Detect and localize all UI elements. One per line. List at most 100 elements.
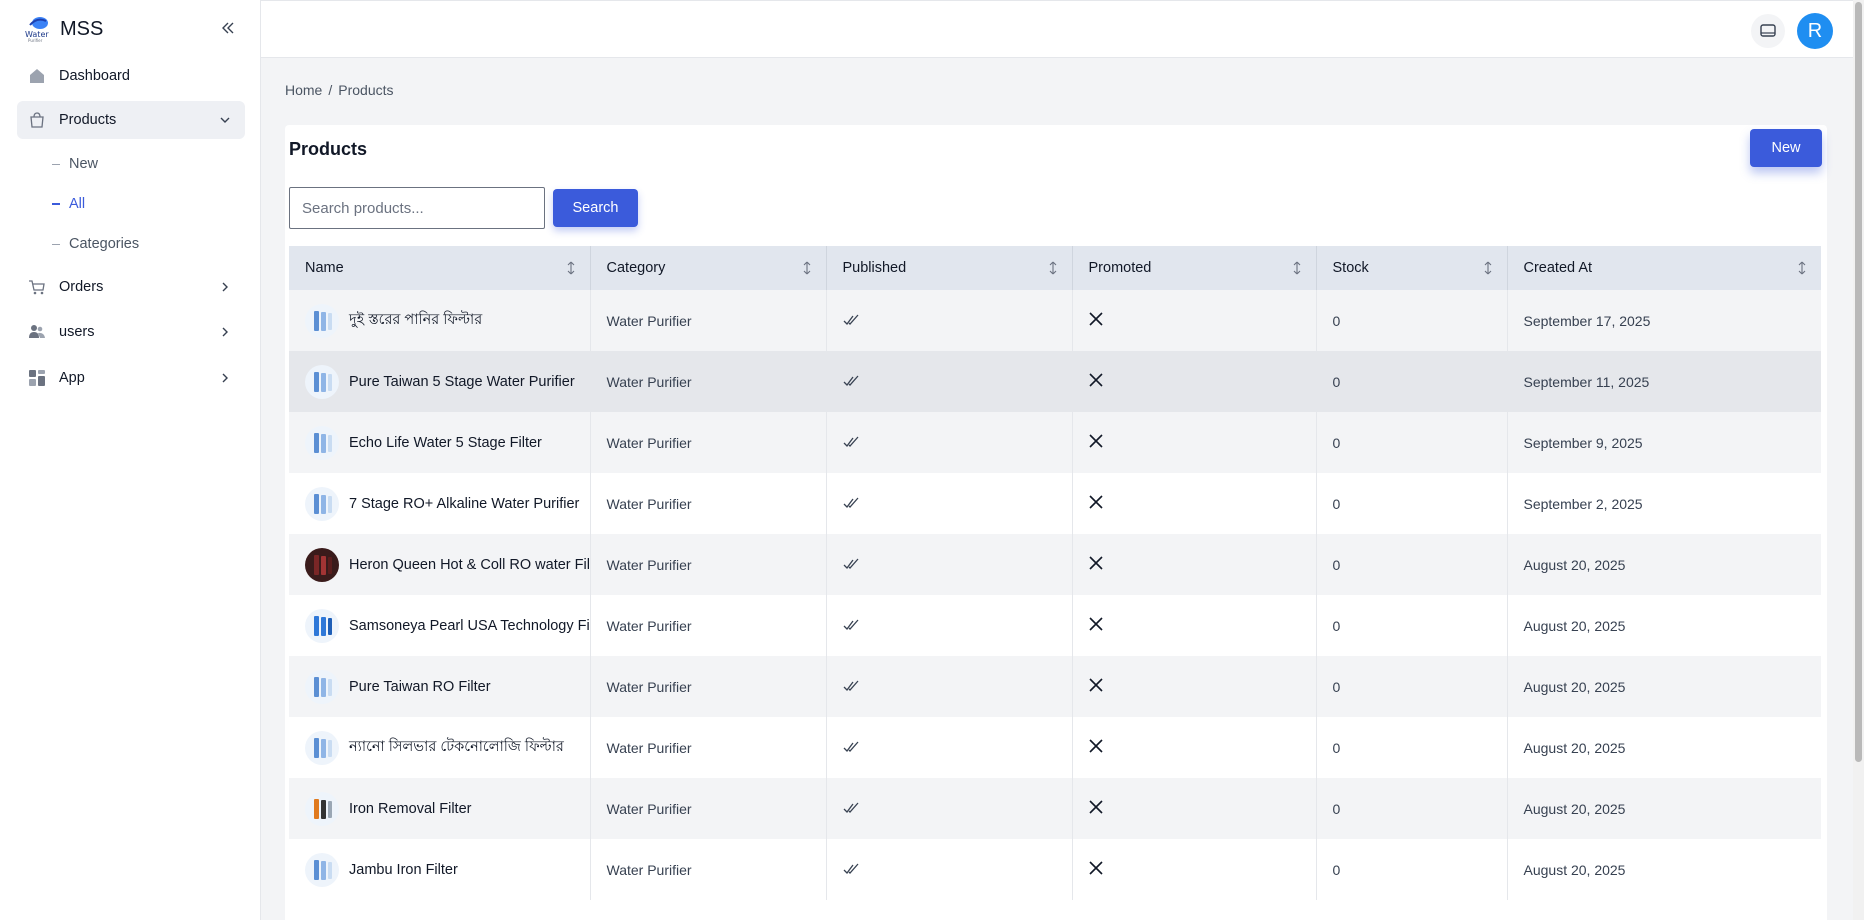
close-icon — [1088, 800, 1103, 814]
table-row[interactable]: Jambu Iron Filter Water Purifier 0 August 2… — [289, 839, 1821, 900]
table-row[interactable]: Pure Taiwan 5 Stage Water Purifier Water … — [289, 351, 1821, 412]
sidebar-item-label: Products — [59, 112, 117, 128]
double-check-icon — [843, 558, 858, 569]
sidebar-item-products[interactable]: Products — [17, 101, 245, 139]
product-name[interactable]: Heron Queen Hot & Coll RO water Fil — [349, 557, 589, 573]
close-icon — [1088, 373, 1103, 387]
cell-published — [826, 290, 1073, 351]
breadcrumb-separator: / — [328, 82, 333, 98]
table-row[interactable]: দুই স্তরের পানির ফিল্টার Water Purifier 0 S… — [289, 290, 1821, 351]
page-scrollbar[interactable] — [1853, 0, 1864, 920]
product-name[interactable]: 7 Stage RO+ Alkaline Water Purifier — [349, 496, 579, 512]
dash-marker — [52, 243, 60, 245]
column-header-stock[interactable]: Stock — [1316, 246, 1508, 290]
sidebar-subitem-categories[interactable]: Categories — [52, 232, 139, 256]
cell-created-at: August 20, 2025 — [1507, 534, 1821, 595]
cell-stock: 0 — [1316, 839, 1508, 900]
cell-promoted — [1072, 778, 1317, 839]
table-row[interactable]: 7 Stage RO+ Alkaline Water Purifier Water… — [289, 473, 1821, 534]
double-check-icon — [843, 802, 858, 813]
table-body: দুই স্তরের পানির ফিল্টার Water Purifier 0 S… — [289, 290, 1821, 900]
double-check-icon — [843, 863, 858, 874]
double-check-icon — [843, 619, 858, 630]
sidebar-item-users[interactable]: users — [17, 313, 245, 351]
sidebar: Water Purifier MSS Dashboard Products Ne… — [0, 0, 261, 920]
column-header-created-at[interactable]: Created At — [1507, 246, 1821, 290]
sidebar-subitem-all[interactable]: All — [52, 192, 85, 216]
product-name[interactable]: Samsoneya Pearl USA Technology Fil — [349, 618, 589, 634]
product-name[interactable]: Pure Taiwan RO Filter — [349, 679, 491, 695]
column-header-name[interactable]: Name — [289, 246, 591, 290]
avatar[interactable]: R — [1797, 13, 1833, 49]
sidebar-subitem-new[interactable]: New — [52, 152, 98, 176]
cell-published — [826, 778, 1073, 839]
cell-category: Water Purifier — [590, 290, 827, 351]
brand[interactable]: Water Purifier MSS — [24, 14, 103, 44]
product-name[interactable]: Iron Removal Filter — [349, 801, 471, 817]
cell-published — [826, 412, 1073, 473]
table-row[interactable]: Heron Queen Hot & Coll RO water Fil Water… — [289, 534, 1821, 595]
sort-icon — [1293, 261, 1300, 275]
sort-icon — [1484, 261, 1491, 275]
sidebar-item-orders[interactable]: Orders — [17, 268, 245, 306]
table-row[interactable]: ন্যানো সিলভার টেকনোলোজি ফিল্টার Water Pur… — [289, 717, 1821, 778]
cell-promoted — [1072, 473, 1317, 534]
breadcrumb-current: Products — [338, 82, 394, 98]
search-button[interactable]: Search — [553, 189, 638, 227]
search-input[interactable] — [289, 187, 545, 229]
collapse-sidebar-button[interactable] — [218, 18, 238, 38]
cell-category: Water Purifier — [590, 595, 827, 656]
column-header-category[interactable]: Category — [590, 246, 827, 290]
cell-name: Pure Taiwan RO Filter — [289, 656, 591, 717]
product-name[interactable]: ন্যানো সিলভার টেকনোলোজি ফিল্টার — [349, 736, 564, 760]
product-name[interactable]: দুই স্তরের পানির ফিল্টার — [349, 309, 482, 333]
cell-published — [826, 839, 1073, 900]
dashboard-icon — [27, 66, 47, 86]
cell-promoted — [1072, 412, 1317, 473]
product-thumbnail — [305, 669, 339, 704]
table-header-row: Name Category Published Promoted Stock C… — [289, 246, 1821, 290]
column-header-published[interactable]: Published — [826, 246, 1073, 290]
chevron-down-icon — [220, 117, 230, 123]
bag-icon — [27, 110, 47, 130]
column-header-label: Published — [842, 260, 907, 276]
product-thumbnail — [305, 608, 339, 643]
cell-stock: 0 — [1316, 473, 1508, 534]
table-row[interactable]: Pure Taiwan RO Filter Water Purifier 0 Augu… — [289, 656, 1821, 717]
table-row[interactable]: Samsoneya Pearl USA Technology Fil Water … — [289, 595, 1821, 656]
column-header-label: Name — [305, 260, 344, 276]
breadcrumb-home[interactable]: Home — [285, 82, 322, 98]
double-check-icon — [843, 375, 858, 386]
product-name[interactable]: Echo Life Water 5 Stage Filter — [349, 435, 542, 451]
cell-stock: 0 — [1316, 534, 1508, 595]
close-icon — [1088, 861, 1103, 875]
chevron-right-icon — [222, 373, 228, 383]
cell-promoted — [1072, 351, 1317, 412]
sidebar-item-dashboard[interactable]: Dashboard — [17, 57, 245, 95]
scrollbar-thumb[interactable] — [1855, 2, 1862, 762]
display-mode-button[interactable] — [1751, 14, 1785, 48]
double-chevron-left-icon — [222, 22, 234, 34]
column-header-label: Category — [606, 260, 666, 276]
sidebar-item-label: App — [59, 370, 85, 386]
sidebar-item-label: users — [59, 324, 95, 340]
cell-stock: 0 — [1316, 412, 1508, 473]
sidebar-subitem-label: All — [69, 196, 86, 212]
product-thumbnail — [305, 486, 339, 521]
cell-promoted — [1072, 839, 1317, 900]
cell-category: Water Purifier — [590, 534, 827, 595]
table-row[interactable]: Iron Removal Filter Water Purifier 0 August… — [289, 778, 1821, 839]
close-icon — [1088, 312, 1103, 326]
column-header-promoted[interactable]: Promoted — [1072, 246, 1317, 290]
product-name[interactable]: Jambu Iron Filter — [349, 862, 458, 878]
svg-text:Purifier: Purifier — [28, 38, 43, 43]
cell-name: Echo Life Water 5 Stage Filter — [289, 412, 591, 473]
sidebar-subitem-label: Categories — [69, 236, 140, 252]
product-name[interactable]: Pure Taiwan 5 Stage Water Purifier — [349, 374, 575, 390]
new-product-button[interactable]: New — [1750, 129, 1822, 167]
column-header-label: Created At — [1523, 260, 1593, 276]
sidebar-item-app[interactable]: App — [17, 359, 245, 397]
double-check-icon — [843, 497, 858, 508]
table-row[interactable]: Echo Life Water 5 Stage Filter Water Puri… — [289, 412, 1821, 473]
cell-category: Water Purifier — [590, 656, 827, 717]
